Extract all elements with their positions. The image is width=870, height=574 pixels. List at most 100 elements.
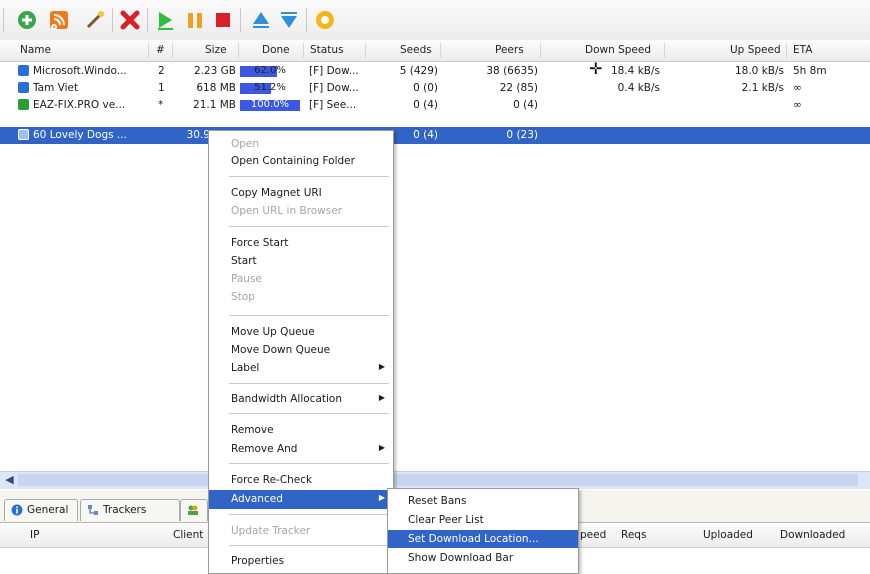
toolbar-separator [306, 8, 307, 32]
queue-down-icon[interactable] [276, 7, 302, 33]
menu-item-reset-bans[interactable]: Reset Bans [388, 492, 578, 510]
torrent-row[interactable]: Tam Viet 1 618 MB 51.2% [F] Dow... 0 (0)… [0, 80, 870, 97]
menu-item-label: Start [231, 255, 257, 267]
menu-item-set-download-location[interactable]: Set Download Location... [388, 530, 578, 548]
menu-item-bandwidth-allocation[interactable]: Bandwidth Allocation ▶ [209, 390, 393, 409]
column-divider[interactable] [172, 43, 173, 58]
column-divider[interactable] [303, 43, 304, 58]
column-ip[interactable]: IP [30, 529, 39, 541]
torrent-row[interactable]: Microsoft.Windo... 2 2.23 GB 62.0% [F] D… [0, 63, 870, 80]
column-number[interactable]: # [156, 44, 165, 56]
column-divider[interactable] [440, 43, 441, 58]
menu-item-advanced[interactable]: Advanced ▶ [209, 490, 393, 509]
menu-item-label: Open URL in Browser [231, 205, 343, 217]
pause-icon[interactable] [182, 7, 208, 33]
column-size[interactable]: Size [205, 44, 227, 56]
column-downloaded[interactable]: Downloaded [780, 529, 845, 541]
menu-item-force-start[interactable]: Force Start [209, 234, 393, 253]
torrent-name: EAZ-FIX.PRO ve... [33, 99, 126, 111]
queue-up-icon[interactable] [248, 7, 274, 33]
remove-icon[interactable] [117, 7, 143, 33]
menu-item-remove-and[interactable]: Remove And ▶ [209, 440, 393, 459]
column-seeds[interactable]: Seeds [400, 44, 432, 56]
menu-item-properties[interactable]: Properties [209, 552, 393, 571]
tab-general[interactable]: General [4, 499, 78, 521]
column-down-speed[interactable]: Down Speed [585, 44, 651, 56]
menu-item-label[interactable]: Label ▶ [209, 359, 393, 378]
menu-item-remove[interactable]: Remove [209, 421, 393, 440]
menu-item-open-containing-folder[interactable]: Open Containing Folder [209, 152, 393, 171]
menu-item-force-re-check[interactable]: Force Re-Check [209, 471, 393, 490]
menu-item-pause[interactable]: Pause [209, 270, 393, 289]
menu-item-label: Force Start [231, 237, 289, 249]
torrent-size: 618 MB [196, 82, 236, 94]
menu-item-stop[interactable]: Stop [209, 288, 393, 307]
column-divider[interactable] [540, 43, 541, 58]
menu-item-label: Open [231, 138, 260, 150]
column-eta[interactable]: ETA [793, 44, 812, 56]
torrent-eta: ∞ [793, 99, 802, 111]
progress-text: 62.0% [254, 65, 286, 76]
column-divider[interactable] [148, 43, 149, 58]
menu-item-copy-magnet-uri[interactable]: Copy Magnet URI [209, 184, 393, 203]
column-name[interactable]: Name [20, 44, 51, 56]
submenu-arrow-icon: ▶ [378, 393, 385, 402]
menu-item-start[interactable]: Start [209, 252, 393, 271]
torrent-peers: 0 (23) [506, 129, 538, 141]
torrent-seeds: 5 (429) [399, 65, 438, 77]
torrent-row-selected[interactable]: 60 Lovely Dogs ... 30.9 0 (4) 0 (23) [0, 127, 870, 144]
tab-trackers[interactable]: Trackers [80, 499, 180, 521]
menu-item-label: Bandwidth Allocation [231, 393, 342, 405]
add-torrent-icon[interactable] [14, 7, 40, 33]
menu-separator [229, 514, 389, 515]
column-peers[interactable]: Peers [495, 44, 524, 56]
torrent-seeds: 0 (0) [413, 82, 438, 94]
column-divider[interactable] [786, 43, 787, 58]
scroll-thumb[interactable] [18, 474, 858, 486]
column-status[interactable]: Status [310, 44, 343, 56]
column-done[interactable]: Done [262, 44, 290, 56]
scroll-left-icon[interactable]: ◀ [2, 473, 17, 487]
torrent-status-icon [18, 82, 29, 93]
menu-item-show-download-bar[interactable]: Show Download Bar [388, 549, 578, 567]
menu-separator [229, 176, 389, 177]
menu-item-label: Move Down Queue [231, 344, 331, 356]
menu-separator [229, 545, 389, 546]
tab-peers[interactable] [180, 499, 208, 521]
menu-item-move-up-queue[interactable]: Move Up Queue [209, 323, 393, 342]
menu-item-label: Clear Peer List [408, 514, 484, 526]
column-client[interactable]: Client [173, 529, 203, 541]
column-up-speed[interactable]: Up Speed [730, 44, 781, 56]
progress-text: 51.2% [254, 82, 286, 93]
preferences-icon[interactable] [312, 7, 338, 33]
horizontal-scrollbar[interactable]: ◀ [0, 471, 870, 489]
menu-item-label: Force Re-Check [231, 474, 313, 486]
torrent-status: [F] Dow... [309, 65, 359, 77]
menu-item-open-url-in-browser[interactable]: Open URL in Browser [209, 202, 393, 221]
menu-item-label: Remove And [231, 443, 298, 455]
stop-icon[interactable] [210, 7, 236, 33]
torrent-name: Tam Viet [33, 82, 79, 94]
create-torrent-icon[interactable] [46, 7, 72, 33]
toolbar-separator [240, 8, 241, 32]
torrent-status: [F] See... [309, 99, 357, 111]
menu-item-update-tracker[interactable]: Update Tracker [209, 522, 393, 541]
torrent-row[interactable]: EAZ-FIX.PRO ve... * 21.1 MB 100.0% [F] S… [0, 97, 870, 114]
add-url-icon[interactable] [82, 7, 108, 33]
menu-item-move-down-queue[interactable]: Move Down Queue [209, 341, 393, 360]
menu-item-label: Move Up Queue [231, 326, 315, 338]
menu-item-label: Open Containing Folder [231, 155, 355, 167]
torrent-status-icon [18, 65, 29, 76]
start-icon[interactable] [152, 7, 178, 33]
torrent-queue-number: 1 [158, 82, 165, 94]
column-reqs[interactable]: Reqs [621, 529, 646, 541]
column-divider[interactable] [664, 43, 665, 58]
column-divider[interactable] [365, 43, 366, 58]
menu-item-label: Set Download Location... [408, 533, 539, 545]
column-uploaded[interactable]: Uploaded [703, 529, 753, 541]
column-divider[interactable] [238, 43, 239, 58]
menu-item-label: Copy Magnet URI [231, 187, 322, 199]
menu-item-clear-peer-list[interactable]: Clear Peer List [388, 511, 578, 529]
column-speed[interactable]: peed [580, 529, 606, 541]
progress-bar: 51.2% [240, 82, 300, 94]
